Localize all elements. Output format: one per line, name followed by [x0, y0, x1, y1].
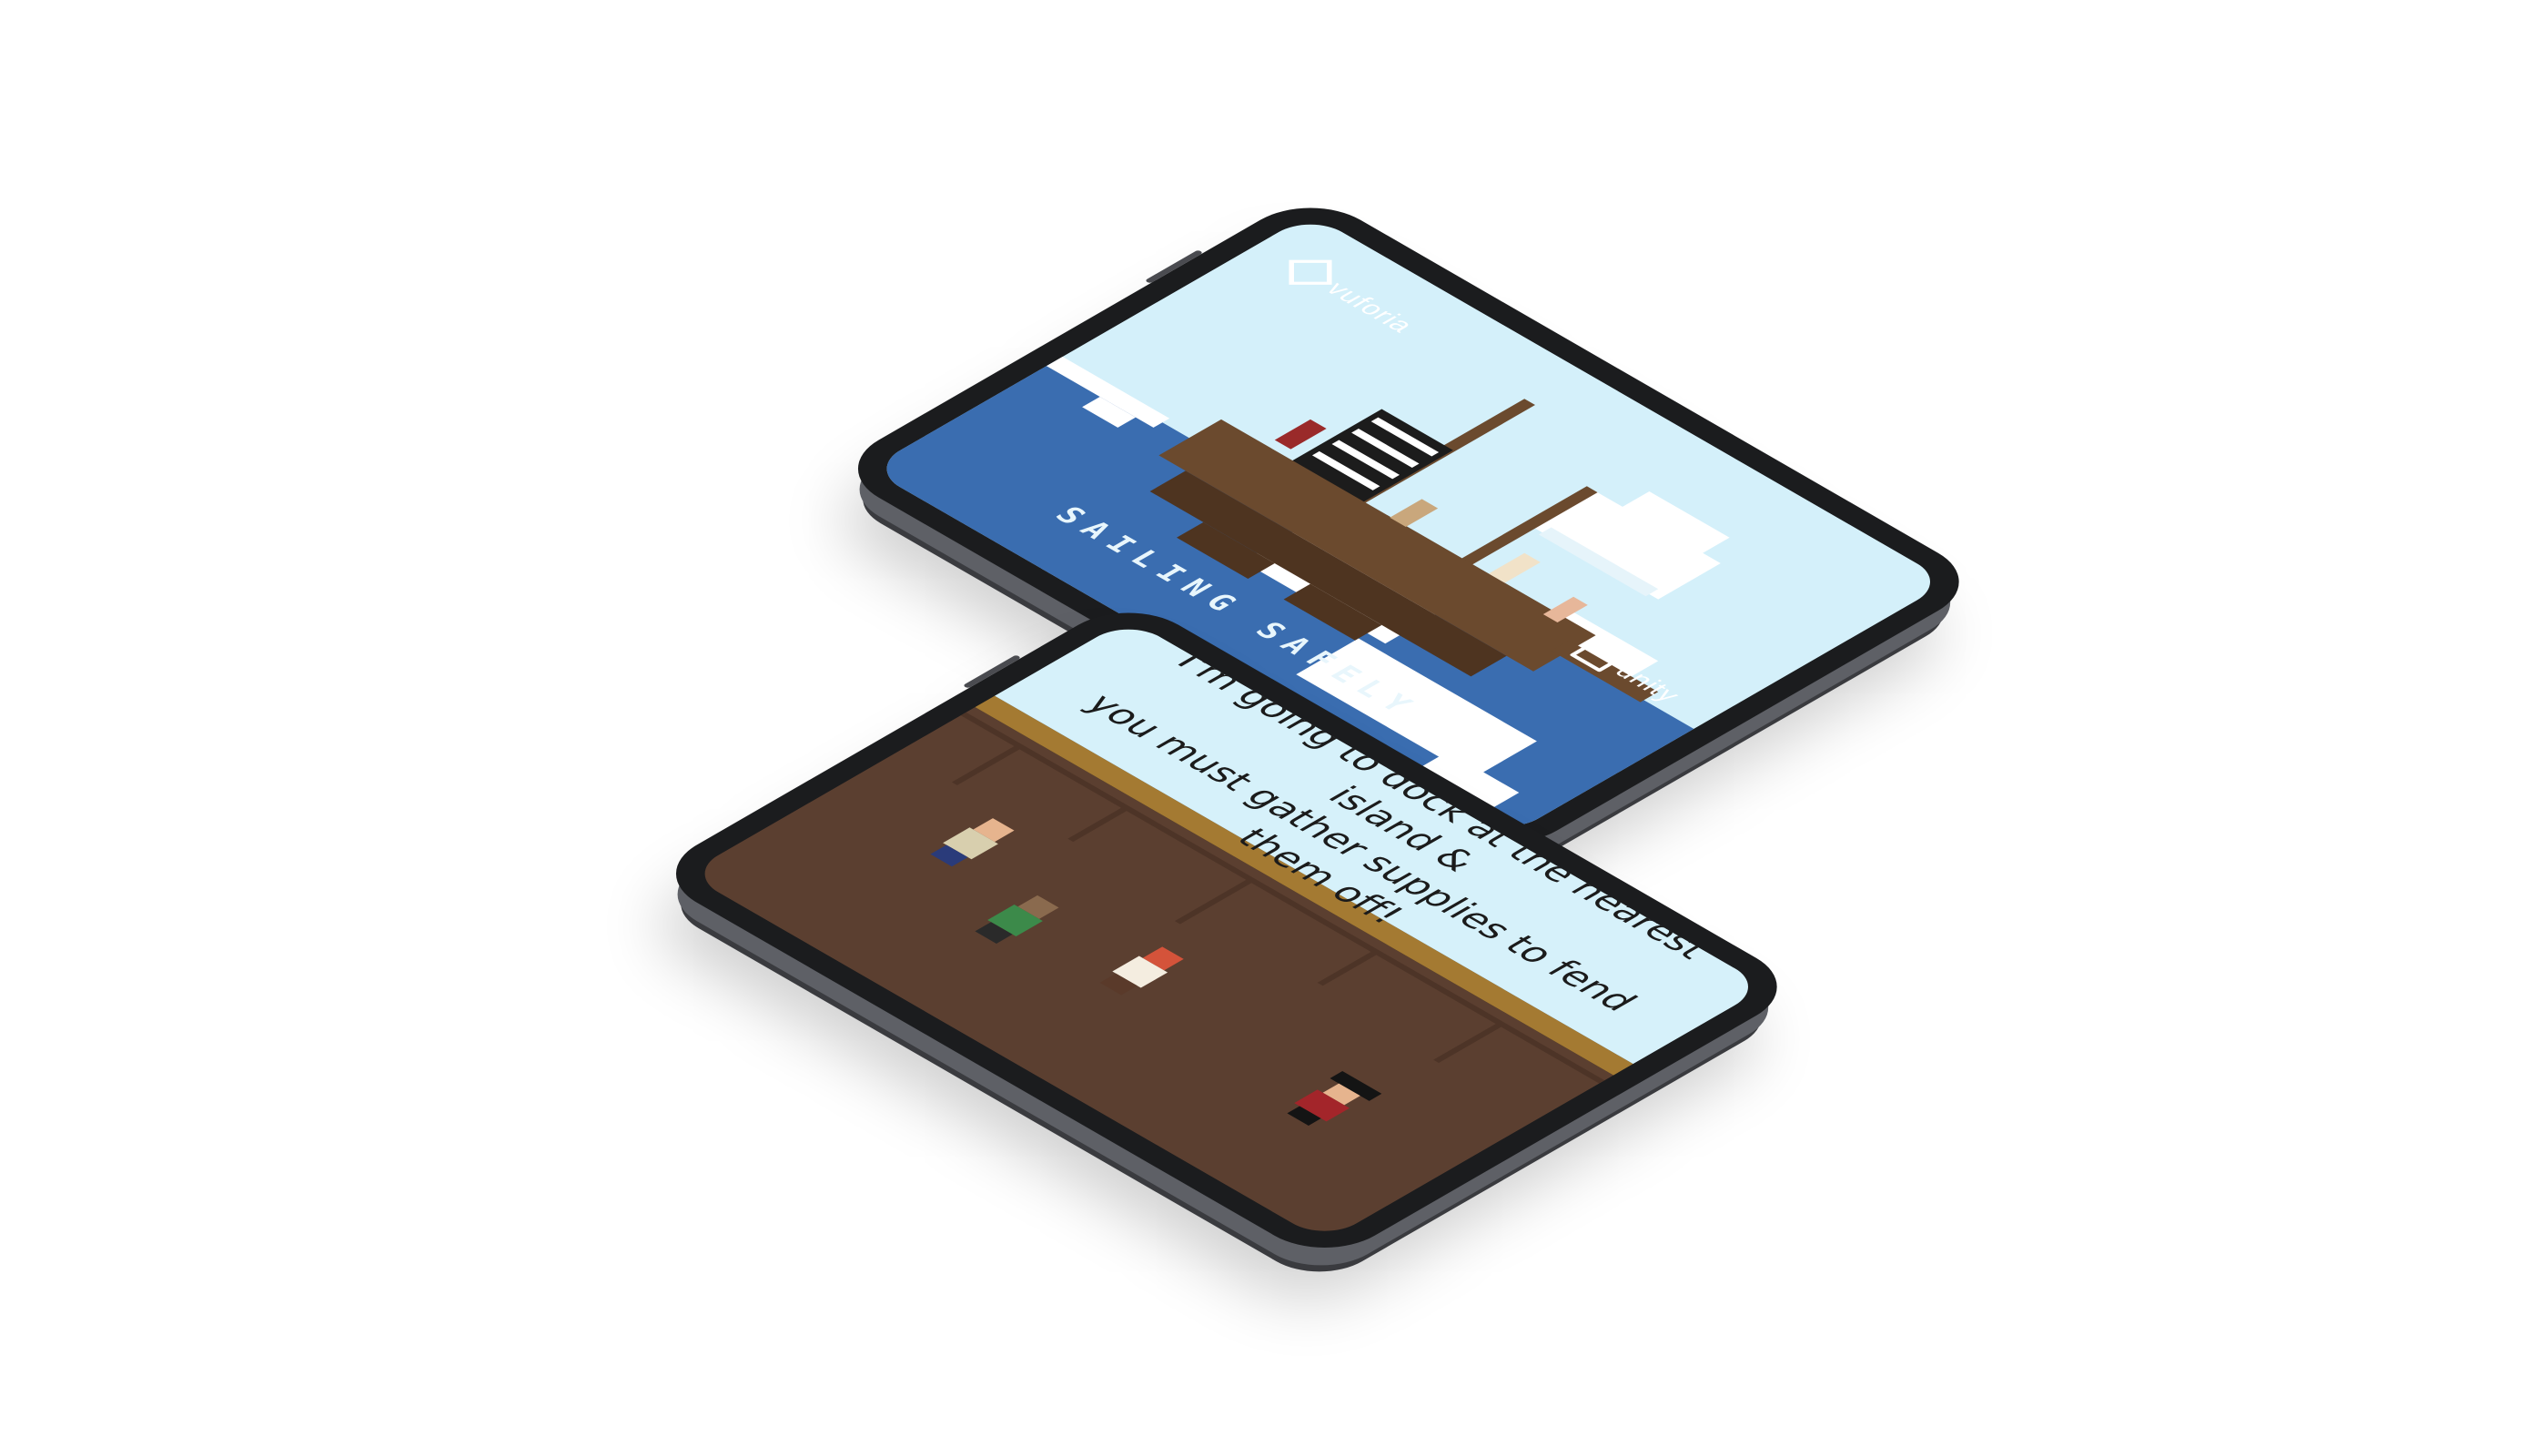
deck-plank	[1317, 951, 1377, 986]
deck-plank	[1174, 879, 1252, 925]
deck-plank	[1067, 807, 1127, 843]
volume-button	[1144, 249, 1204, 284]
deck-plank	[1433, 1024, 1502, 1064]
deck-plank	[951, 745, 1020, 785]
volume-button	[962, 654, 1022, 689]
vuforia-icon	[1289, 259, 1332, 285]
